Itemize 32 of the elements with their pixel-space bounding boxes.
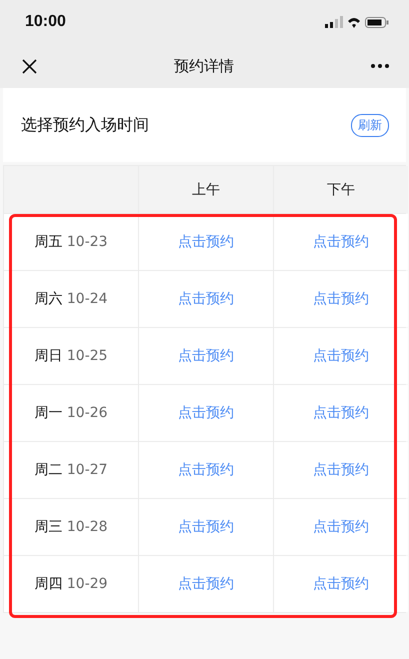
date-label: 周四 10-29 <box>34 575 108 593</box>
book-link[interactable]: 点击预约 <box>178 575 234 593</box>
book-link[interactable]: 点击预约 <box>313 233 369 251</box>
refresh-button[interactable]: 刷新 <box>351 114 389 136</box>
book-link[interactable]: 点击预约 <box>178 347 234 365</box>
battery-icon <box>365 16 389 28</box>
book-link[interactable]: 点击预约 <box>178 233 234 251</box>
date-label: 周二 10-27 <box>34 461 108 479</box>
status-time: 10:00 <box>25 13 66 31</box>
section-title: 选择预约入场时间 <box>21 114 149 136</box>
book-link[interactable]: 点击预约 <box>178 290 234 308</box>
book-link[interactable]: 点击预约 <box>313 347 369 365</box>
date-label: 周日 10-25 <box>34 347 108 365</box>
book-link[interactable]: 点击预约 <box>178 404 234 422</box>
book-link[interactable]: 点击预约 <box>313 461 369 479</box>
close-icon[interactable] <box>22 58 37 74</box>
column-header: 下午 <box>327 180 355 198</box>
column-header: 上午 <box>192 180 220 198</box>
book-link[interactable]: 点击预约 <box>313 575 369 593</box>
signal-icon <box>325 16 343 28</box>
book-link[interactable]: 点击预约 <box>178 461 234 479</box>
book-link[interactable]: 点击预约 <box>178 518 234 536</box>
date-label: 周三 10-28 <box>34 518 108 536</box>
more-icon[interactable] <box>371 64 389 68</box>
date-label: 周一 10-26 <box>34 404 108 422</box>
wifi-icon <box>348 16 360 28</box>
date-label: 周六 10-24 <box>34 290 108 308</box>
book-link[interactable]: 点击预约 <box>313 518 369 536</box>
page-title: 预约详情 <box>174 56 234 76</box>
book-link[interactable]: 点击预约 <box>313 290 369 308</box>
date-label: 周五 10-23 <box>34 233 108 251</box>
book-link[interactable]: 点击预约 <box>313 404 369 422</box>
